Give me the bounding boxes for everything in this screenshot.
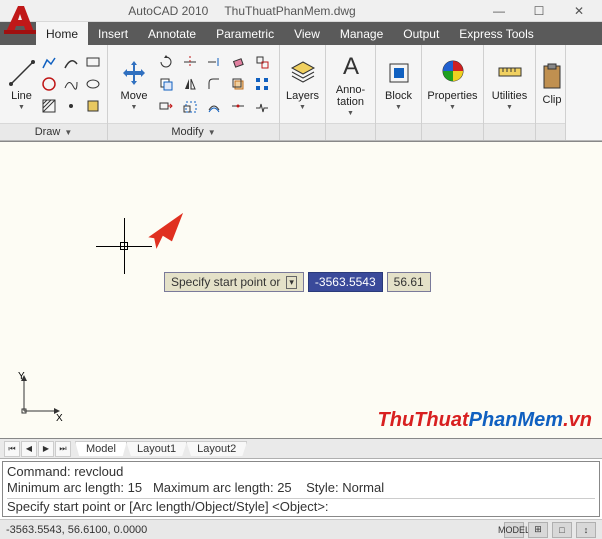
svg-text:X: X bbox=[56, 413, 63, 421]
annotation-button[interactable]: A Anno- tation▼ bbox=[330, 47, 371, 121]
layout-tab-layout2[interactable]: Layout2 bbox=[186, 441, 247, 456]
trim-icon[interactable] bbox=[180, 52, 200, 72]
chamfer-icon[interactable] bbox=[228, 74, 248, 94]
hatch-icon[interactable] bbox=[39, 96, 59, 116]
title-doc: ThuThuatPhanMem.dwg bbox=[224, 4, 355, 18]
tab-view[interactable]: View bbox=[284, 22, 330, 45]
erase-icon[interactable] bbox=[228, 52, 248, 72]
panel-utilities: Utilities▼ bbox=[484, 45, 536, 140]
rectangle-icon[interactable] bbox=[83, 52, 103, 72]
move-button[interactable]: Move ▼ bbox=[112, 47, 156, 121]
measure-icon bbox=[495, 58, 525, 88]
layout-tab-layout1[interactable]: Layout1 bbox=[126, 441, 187, 456]
tab-manage[interactable]: Manage bbox=[330, 22, 393, 45]
text-a-icon: A bbox=[336, 52, 366, 82]
join-icon[interactable] bbox=[228, 96, 248, 116]
spline-icon[interactable] bbox=[61, 74, 81, 94]
status-grid-button[interactable]: ⊞ bbox=[528, 522, 548, 538]
chevron-down-icon: ▼ bbox=[131, 104, 138, 111]
panel-properties: Properties▼ bbox=[422, 45, 484, 140]
status-model-button[interactable]: MODEL bbox=[504, 522, 524, 538]
dynamic-x-field[interactable]: -3563.5543 bbox=[308, 272, 383, 292]
panel-clipboard: Clip bbox=[536, 45, 566, 140]
dynamic-prompt: Specify start point or ▾ bbox=[164, 272, 304, 292]
explode-icon[interactable] bbox=[252, 52, 272, 72]
dynamic-y-field[interactable]: 56.61 bbox=[387, 272, 431, 292]
ribbon-tabs: Home Insert Annotate Parametric View Man… bbox=[0, 22, 602, 45]
line-button[interactable]: Line ▼ bbox=[4, 47, 39, 121]
status-coords: -3563.5543, 56.6100, 0.0000 bbox=[6, 524, 147, 536]
break-icon[interactable] bbox=[252, 96, 272, 116]
titlebar: AutoCAD 2010 ThuThuatPhanMem.dwg — ☐ ✕ bbox=[0, 0, 602, 22]
properties-icon bbox=[438, 58, 468, 88]
ribbon: Line ▼ Draw▼ Move ▼ bbox=[0, 45, 602, 141]
ellipse-icon[interactable] bbox=[83, 74, 103, 94]
offset-icon[interactable] bbox=[204, 96, 224, 116]
tab-annotate[interactable]: Annotate bbox=[138, 22, 206, 45]
status-toggle-button[interactable]: ↕ bbox=[576, 522, 596, 538]
utilities-button[interactable]: Utilities▼ bbox=[488, 47, 531, 121]
properties-button[interactable]: Properties▼ bbox=[426, 47, 479, 121]
chevron-down-icon: ▼ bbox=[18, 104, 25, 111]
panel-layers: Layers▼ bbox=[280, 45, 326, 140]
scale-icon[interactable] bbox=[180, 96, 200, 116]
layout-tab-model[interactable]: Model bbox=[75, 441, 127, 456]
panel-modify: Move ▼ Modify▼ bbox=[108, 45, 280, 140]
status-bar: -3563.5543, 56.6100, 0.0000 MODEL ⊞ □ ↕ bbox=[0, 519, 602, 539]
tab-parametric[interactable]: Parametric bbox=[206, 22, 284, 45]
svg-text:Y: Y bbox=[18, 371, 25, 382]
chevron-down-icon[interactable]: ▼ bbox=[64, 128, 72, 137]
arrow-annotation-icon bbox=[140, 204, 190, 257]
tab-nav-last[interactable]: ⏭ bbox=[55, 441, 71, 457]
clipboard-icon bbox=[540, 62, 564, 92]
title-app: AutoCAD 2010 bbox=[128, 4, 208, 18]
command-input[interactable]: Specify start point or [Arc length/Objec… bbox=[7, 498, 595, 515]
circle-icon[interactable] bbox=[39, 74, 59, 94]
prompt-options-icon[interactable]: ▾ bbox=[286, 276, 297, 289]
chevron-down-icon[interactable]: ▼ bbox=[208, 128, 216, 137]
fillet-icon[interactable] bbox=[204, 74, 224, 94]
tab-express-tools[interactable]: Express Tools bbox=[449, 22, 543, 45]
block-icon bbox=[384, 58, 414, 88]
tab-insert[interactable]: Insert bbox=[88, 22, 138, 45]
copy-icon[interactable] bbox=[156, 74, 176, 94]
rotate-icon[interactable] bbox=[156, 52, 176, 72]
extend-icon[interactable] bbox=[204, 52, 224, 72]
layout-tabs: ⏮ ◀ ▶ ⏭ Model Layout1 Layout2 bbox=[0, 439, 602, 459]
tab-nav-first[interactable]: ⏮ bbox=[4, 441, 20, 457]
clipboard-button[interactable]: Clip bbox=[540, 47, 564, 121]
panel-annotation: A Anno- tation▼ bbox=[326, 45, 376, 140]
dynamic-input: Specify start point or ▾ -3563.5543 56.6… bbox=[164, 272, 431, 292]
svg-text:A: A bbox=[342, 53, 358, 80]
ucs-icon: Y X bbox=[14, 371, 64, 424]
mirror-icon[interactable] bbox=[180, 74, 200, 94]
app-logo[interactable] bbox=[2, 2, 38, 41]
drawing-area[interactable]: Specify start point or ▾ -3563.5543 56.6… bbox=[0, 141, 602, 439]
stretch-icon[interactable] bbox=[156, 96, 176, 116]
block-button[interactable]: Block▼ bbox=[380, 47, 417, 121]
tab-nav-prev[interactable]: ◀ bbox=[21, 441, 37, 457]
tab-nav-next[interactable]: ▶ bbox=[38, 441, 54, 457]
maximize-button[interactable]: ☐ bbox=[520, 1, 558, 21]
command-window[interactable]: Command: revcloud Minimum arc length: 15… bbox=[2, 461, 600, 517]
tab-home[interactable]: Home bbox=[36, 22, 88, 45]
arc-icon[interactable] bbox=[61, 52, 81, 72]
polyline-icon[interactable] bbox=[39, 52, 59, 72]
layers-button[interactable]: Layers▼ bbox=[284, 47, 321, 121]
tab-output[interactable]: Output bbox=[393, 22, 449, 45]
array-icon[interactable] bbox=[252, 74, 272, 94]
status-maximize-button[interactable]: □ bbox=[552, 522, 572, 538]
close-button[interactable]: ✕ bbox=[560, 1, 598, 21]
minimize-button[interactable]: — bbox=[480, 1, 518, 21]
panel-block: Block▼ bbox=[376, 45, 422, 140]
layers-icon bbox=[288, 58, 318, 88]
command-line: Command: revcloud bbox=[7, 464, 595, 480]
watermark: ThuThuatPhanMem.vn bbox=[378, 409, 592, 432]
command-line: Minimum arc length: 15 Maximum arc lengt… bbox=[7, 480, 595, 496]
panel-draw: Line ▼ Draw▼ bbox=[0, 45, 108, 140]
region-icon[interactable] bbox=[83, 96, 103, 116]
line-icon bbox=[7, 58, 37, 88]
move-icon bbox=[119, 58, 149, 88]
point-icon[interactable] bbox=[61, 96, 81, 116]
